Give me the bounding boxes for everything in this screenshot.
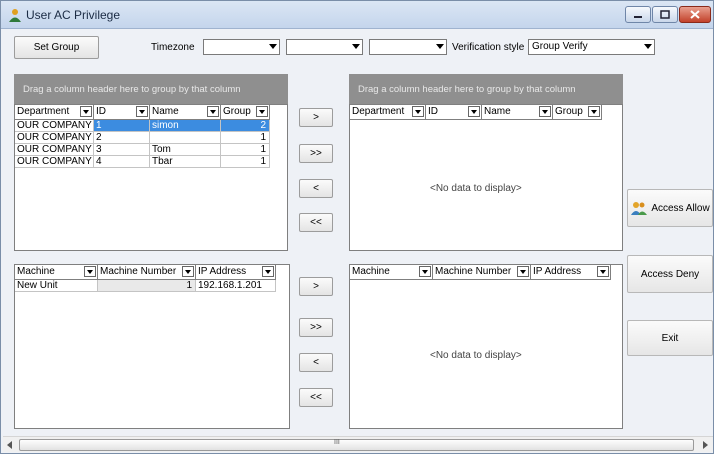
column-header-machine-number[interactable]: Machine Number xyxy=(98,265,196,280)
filter-dropdown-icon[interactable] xyxy=(182,266,194,277)
group-by-panel-right[interactable]: Drag a column header here to group by th… xyxy=(349,74,623,104)
column-header-machine[interactable]: Machine xyxy=(350,265,433,280)
filter-dropdown-icon[interactable] xyxy=(597,266,609,277)
set-group-button[interactable]: Set Group xyxy=(14,36,99,59)
filter-dropdown-icon[interactable] xyxy=(517,266,529,277)
remove-all-users-button[interactable]: << xyxy=(299,213,333,232)
chevron-down-icon xyxy=(644,44,652,49)
column-header-department[interactable]: Department xyxy=(15,105,94,120)
remove-all-machines-button[interactable]: << xyxy=(299,388,333,407)
scroll-right-icon[interactable] xyxy=(703,441,708,449)
verification-style-select[interactable]: Group Verify xyxy=(528,39,655,55)
user-grid-right[interactable]: Department ID Name Group <No data to dis… xyxy=(349,104,623,251)
filter-dropdown-icon[interactable] xyxy=(262,266,274,277)
remove-machine-button[interactable]: < xyxy=(299,353,333,372)
users-key-icon xyxy=(631,202,648,215)
minimize-icon xyxy=(634,15,642,18)
table-row[interactable]: New Unit xyxy=(15,280,98,292)
window-title: User AC Privilege xyxy=(26,8,121,22)
column-header-machine-number[interactable]: Machine Number xyxy=(433,265,531,280)
remove-user-button[interactable]: < xyxy=(299,179,333,198)
add-all-users-button[interactable]: >> xyxy=(299,144,333,163)
user-grid-left[interactable]: Department ID Name Group OUR COMPANY 1 s… xyxy=(14,104,288,251)
horizontal-scrollbar[interactable]: III xyxy=(3,436,713,452)
column-header-group[interactable]: Group xyxy=(553,105,602,120)
machine-grid-left[interactable]: Machine Machine Number IP Address New Un… xyxy=(14,264,290,429)
column-header-department[interactable]: Department xyxy=(350,105,426,120)
chevron-down-icon xyxy=(352,44,360,49)
filter-dropdown-icon[interactable] xyxy=(412,106,424,117)
table-row[interactable]: OUR COMPANY xyxy=(15,156,94,168)
chevron-down-icon xyxy=(269,44,277,49)
column-header-id[interactable]: ID xyxy=(94,105,150,120)
column-header-name[interactable]: Name xyxy=(482,105,553,120)
table-row[interactable]: OUR COMPANY xyxy=(15,120,94,132)
verification-style-label: Verification style xyxy=(452,42,525,53)
filter-dropdown-icon[interactable] xyxy=(256,106,268,117)
close-button[interactable] xyxy=(679,6,711,23)
empty-state-text: <No data to display> xyxy=(430,350,522,361)
filter-dropdown-icon[interactable] xyxy=(419,266,431,277)
title-bar: User AC Privilege xyxy=(1,1,713,29)
filter-dropdown-icon[interactable] xyxy=(539,106,551,117)
column-header-ip-address[interactable]: IP Address xyxy=(196,265,276,280)
timezone-select-2[interactable] xyxy=(286,39,363,55)
maximize-icon xyxy=(660,10,670,19)
column-header-ip-address[interactable]: IP Address xyxy=(531,265,611,280)
scrollbar-grip: III xyxy=(334,439,340,446)
app-icon xyxy=(9,9,21,22)
minimize-button[interactable] xyxy=(625,6,651,23)
timezone-select-1[interactable] xyxy=(203,39,280,55)
machine-grid-right[interactable]: Machine Machine Number IP Address <No da… xyxy=(349,264,623,429)
filter-dropdown-icon[interactable] xyxy=(84,266,96,277)
access-allow-button[interactable]: Access Allow xyxy=(627,189,713,227)
empty-state-text: <No data to display> xyxy=(430,183,522,194)
exit-button[interactable]: Exit xyxy=(627,320,713,356)
column-header-machine[interactable]: Machine xyxy=(15,265,98,280)
group-by-panel-left[interactable]: Drag a column header here to group by th… xyxy=(14,74,288,104)
close-icon xyxy=(690,10,700,19)
table-row[interactable]: OUR COMPANY xyxy=(15,144,94,156)
column-header-group[interactable]: Group xyxy=(221,105,270,120)
filter-dropdown-icon[interactable] xyxy=(136,106,148,117)
filter-dropdown-icon[interactable] xyxy=(588,106,600,117)
maximize-button[interactable] xyxy=(652,6,678,23)
filter-dropdown-icon[interactable] xyxy=(207,106,219,117)
filter-dropdown-icon[interactable] xyxy=(468,106,480,117)
add-user-button[interactable]: > xyxy=(299,108,333,127)
user-ac-privilege-window: User AC Privilege Set Group Timezone Ver… xyxy=(0,0,714,454)
add-all-machines-button[interactable]: >> xyxy=(299,318,333,337)
table-row[interactable]: OUR COMPANY xyxy=(15,132,94,144)
scroll-left-icon[interactable] xyxy=(7,441,12,449)
column-header-id[interactable]: ID xyxy=(426,105,482,120)
scrollbar-thumb[interactable] xyxy=(19,439,694,451)
add-machine-button[interactable]: > xyxy=(299,277,333,296)
timezone-select-3[interactable] xyxy=(369,39,447,55)
filter-dropdown-icon[interactable] xyxy=(80,106,92,117)
access-deny-button[interactable]: Access Deny xyxy=(627,255,713,293)
timezone-label: Timezone xyxy=(151,42,195,53)
chevron-down-icon xyxy=(436,44,444,49)
column-header-name[interactable]: Name xyxy=(150,105,221,120)
